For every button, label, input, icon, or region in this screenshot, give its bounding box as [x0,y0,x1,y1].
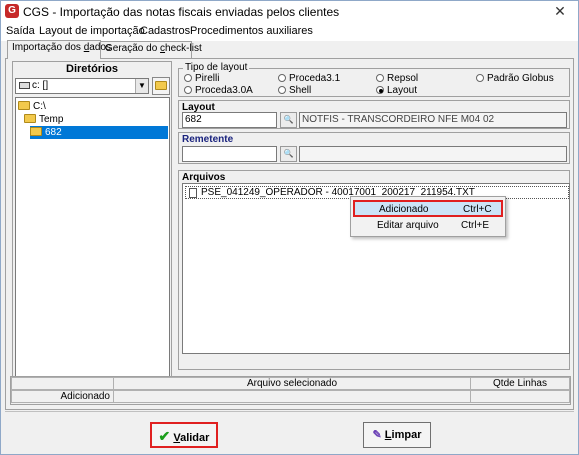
status-header-arquivo: Arquivo selecionado [113,377,471,390]
remetente-description-field [299,146,567,162]
menu-item-editar-arquivo[interactable]: Editar arquivo Ctrl+E [353,218,503,235]
layout-type-group: Tipo de layout Pirelli Proceda3.1 Repsol… [178,62,570,97]
radio-icon [376,74,384,82]
status-cell-empty [11,377,114,390]
directory-tree[interactable]: C:\ Temp 682 [15,97,170,378]
layout-description-field: NOTFIS - TRANSCORDEIRO NFE M04 02 [299,112,567,128]
button-bar: ✔ Validar ✎ Limpar [5,411,574,454]
tab-geracao-checklist[interactable]: Geração do check-list [100,41,202,58]
drive-value: c: [] [32,80,49,91]
folder-open-icon [30,127,42,136]
folder-open-icon [155,81,167,90]
open-folder-button[interactable] [152,77,170,95]
validar-button[interactable]: ✔ Validar [150,422,218,448]
status-qtde-value [470,390,570,403]
status-arquivo-value [113,390,471,403]
status-header-qtde: Qtde Linhas [470,377,570,390]
window-title: CGS - Importação das notas fiscais envia… [23,5,340,19]
tree-item-temp[interactable]: Temp [24,113,63,126]
title-bar: G CGS - Importação das notas fiscais env… [1,1,578,23]
radio-padrao-globus[interactable]: Padrão Globus [476,73,554,84]
menu-bar: Saída Layout de importação Cadastros Pro… [1,23,578,41]
check-icon: ✔ [158,428,171,444]
limpar-button[interactable]: ✎ Limpar [363,422,431,448]
layout-type-legend: Tipo de layout [183,62,250,73]
radio-proceda31[interactable]: Proceda3.1 [278,73,340,84]
radio-proceda30a[interactable]: Proceda3.0A [184,85,253,96]
remetente-group: Remetente 🔍 [178,132,570,164]
eraser-icon: ✎ [372,429,382,441]
tree-item-682[interactable]: 682 [30,126,168,139]
menu-saida[interactable]: Saída [6,25,35,37]
radio-layout[interactable]: Layout [376,85,417,96]
file-icon [189,188,197,198]
radio-repsol[interactable]: Repsol [376,73,418,84]
radio-icon [476,74,484,82]
radio-icon [184,74,192,82]
radio-selected-icon [376,86,384,94]
menu-procedimentos-auxiliares[interactable]: Procedimentos auxiliares [190,25,313,37]
menu-cadastros[interactable]: Cadastros [140,25,190,37]
arquivos-label: Arquivos [182,172,226,183]
radio-pirelli[interactable]: Pirelli [184,73,219,84]
status-grid: Arquivo selecionado Qtde Linhas Adiciona… [10,376,571,405]
radio-icon [184,86,192,94]
tab-importacao-dados[interactable]: Importação dos dados [7,40,111,59]
context-menu: Adicionado Ctrl+C Editar arquivo Ctrl+E [350,196,506,237]
binoculars-icon: 🔍 [283,115,294,124]
folder-open-icon [18,101,30,110]
layout-group: Layout 682 🔍 NOTFIS - TRANSCORDEIRO NFE … [178,100,570,129]
directories-header: Diretórios [13,62,171,77]
status-row-label: Adicionado [11,390,114,403]
menu-layout-importacao[interactable]: Layout de importação [39,25,145,37]
remetente-label: Remetente [182,134,234,145]
layout-lookup-button[interactable]: 🔍 [280,112,297,128]
menu-item-adicionado[interactable]: Adicionado Ctrl+C [353,200,503,217]
remetente-code-input[interactable] [182,146,277,162]
main-window: G CGS - Importação das notas fiscais env… [0,0,579,455]
chevron-down-icon[interactable]: ▼ [135,79,148,93]
remetente-lookup-button[interactable]: 🔍 [280,146,297,162]
layout-code-input[interactable]: 682 [182,112,277,128]
close-button[interactable]: ✕ [550,2,570,20]
app-logo-icon: G [5,4,19,18]
radio-icon [278,86,286,94]
radio-shell[interactable]: Shell [278,85,311,96]
binoculars-icon: 🔍 [283,149,294,158]
directories-panel: Diretórios c: [] ▼ C:\ Temp 682 [12,61,172,379]
tab-page-importacao: Diretórios c: [] ▼ C:\ Temp 682 Tipo de … [5,58,574,410]
drive-select[interactable]: c: [] ▼ [15,78,149,94]
radio-icon [278,74,286,82]
drive-icon [19,81,30,89]
folder-open-icon [24,114,36,123]
tree-item-c[interactable]: C:\ [18,100,46,113]
